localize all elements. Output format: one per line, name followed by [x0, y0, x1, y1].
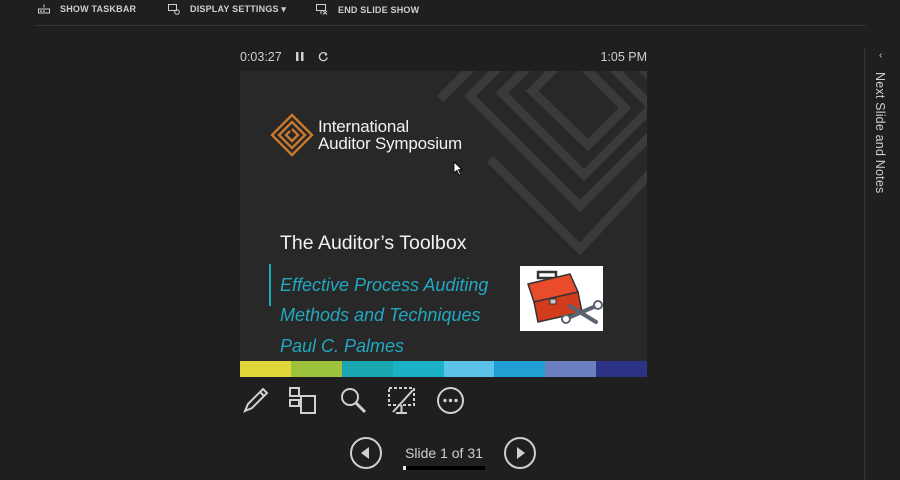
taskbar-icon [38, 4, 50, 14]
toolbox-clipart [520, 266, 603, 331]
display-settings-label: DISPLAY SETTINGS ▾ [190, 4, 287, 14]
previous-slide-button[interactable] [350, 437, 382, 469]
slide-progress-bar [403, 466, 485, 470]
pause-icon[interactable] [296, 52, 304, 61]
slide-indicator[interactable]: Slide 1 of 31 [393, 445, 495, 461]
stripe-segment-3 [341, 361, 393, 377]
mouse-pointer-icon [453, 161, 463, 176]
all-slides-icon[interactable] [288, 386, 317, 415]
slide-title: The Auditor’s Toolbox [280, 232, 467, 254]
stripe-segment-4 [392, 361, 444, 377]
slide-author: Paul C. Palmes [280, 336, 405, 356]
symposium-logo-icon [270, 113, 314, 157]
next-slide-button[interactable] [504, 437, 536, 469]
more-options-icon[interactable] [436, 386, 465, 415]
stripe-segment-1 [240, 361, 291, 377]
display-settings-button[interactable]: DISPLAY SETTINGS ▾ [168, 4, 286, 15]
end-slide-show-label: END SLIDE SHOW [338, 4, 420, 15]
stripe-segment-8 [596, 361, 647, 377]
slide-subtitle-line-2: Methods and Techniques [280, 305, 481, 325]
previous-slide-icon [361, 447, 369, 459]
black-screen-icon[interactable] [387, 386, 416, 415]
notes-pane-divider [864, 48, 865, 480]
slide-subtitle-line-1: Effective Process Auditing [280, 275, 489, 295]
next-slide-icon [517, 447, 525, 459]
display-settings-icon [168, 4, 180, 15]
show-taskbar-label: SHOW TASKBAR [60, 4, 137, 14]
next-slide-notes-toggle[interactable]: Next Slide and Notes [873, 72, 887, 193]
pen-icon[interactable] [241, 386, 270, 415]
end-slide-show-button[interactable]: END SLIDE SHOW [316, 4, 419, 15]
reset-timer-icon[interactable] [318, 51, 329, 62]
zoom-icon[interactable] [339, 386, 368, 415]
stripe-segment-7 [545, 361, 597, 377]
slide-progress-fill [403, 466, 406, 470]
subtitle-accent-bar [269, 264, 271, 306]
toolbox-icon [527, 270, 603, 324]
end-show-icon [316, 4, 328, 15]
color-stripe [240, 361, 647, 377]
chevron-left-icon[interactable]: ‹ [879, 50, 882, 61]
brand-line-2: Auditor Symposium [318, 134, 462, 153]
stripe-segment-5 [443, 361, 495, 377]
stripe-segment-6 [494, 361, 546, 377]
show-taskbar-button[interactable]: SHOW TASKBAR [38, 4, 136, 14]
stripe-segment-2 [290, 361, 342, 377]
current-time: 1:05 PM [600, 50, 647, 64]
elapsed-timer: 0:03:27 [240, 50, 282, 64]
presenter-toolbar: SHOW TASKBAR DISPLAY SETTINGS ▾ END SLID… [0, 0, 900, 22]
current-slide[interactable]: International Auditor Symposium The Audi… [240, 71, 647, 377]
toolbar-divider [34, 25, 866, 26]
